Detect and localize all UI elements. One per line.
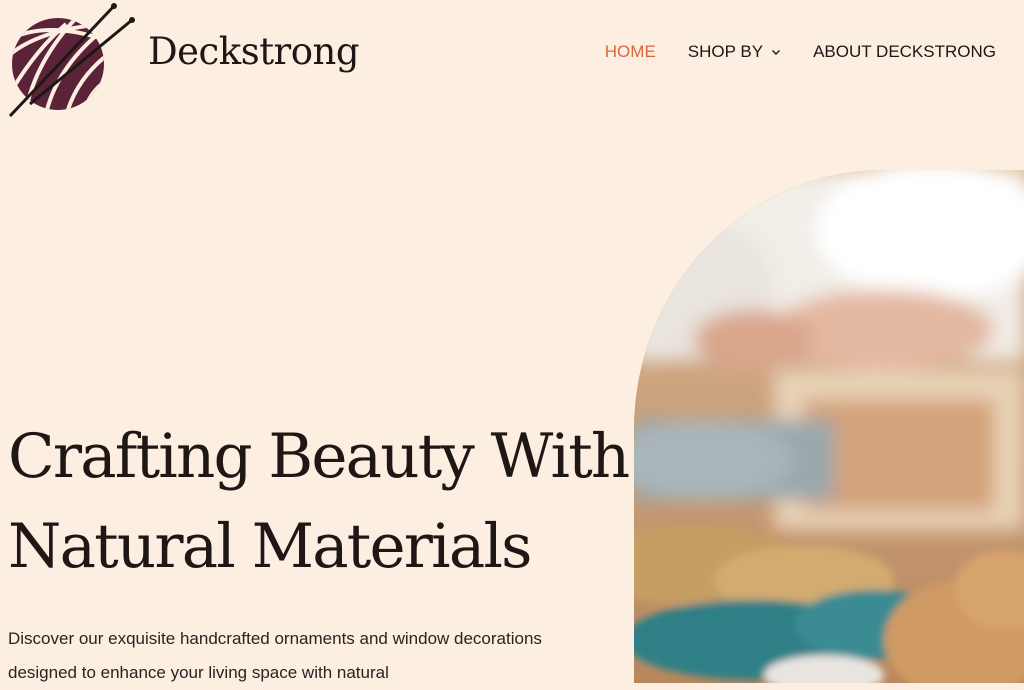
nav-item-label: ABOUT DECKSTRONG (813, 42, 996, 61)
hero-title-line: Crafting Beauty With (8, 421, 630, 492)
yarn-ball-knitting-needles-icon (8, 3, 135, 118)
nav-item-shop-by[interactable]: SHOP BY (688, 42, 781, 62)
main-nav: HOME SHOP BY ABOUT DECKSTRONG (573, 42, 996, 62)
weaving-photo (634, 170, 1024, 683)
nav-item-about[interactable]: ABOUT DECKSTRONG (813, 42, 996, 62)
hero-title-line: Natural Materials (8, 511, 532, 582)
nav-item-label: HOME (604, 42, 656, 61)
hero-title: Crafting Beauty With Natural Materials (8, 412, 630, 592)
hero-image (634, 170, 1024, 683)
nav-item-label: SHOP BY (687, 42, 764, 61)
hero-description: Discover our exquisite handcrafted ornam… (8, 629, 542, 682)
chevron-down-icon (772, 50, 781, 55)
nav-item-home[interactable]: HOME (605, 42, 656, 62)
logo-link[interactable] (6, 0, 136, 122)
brand-name[interactable]: Deckstrong (148, 30, 360, 73)
